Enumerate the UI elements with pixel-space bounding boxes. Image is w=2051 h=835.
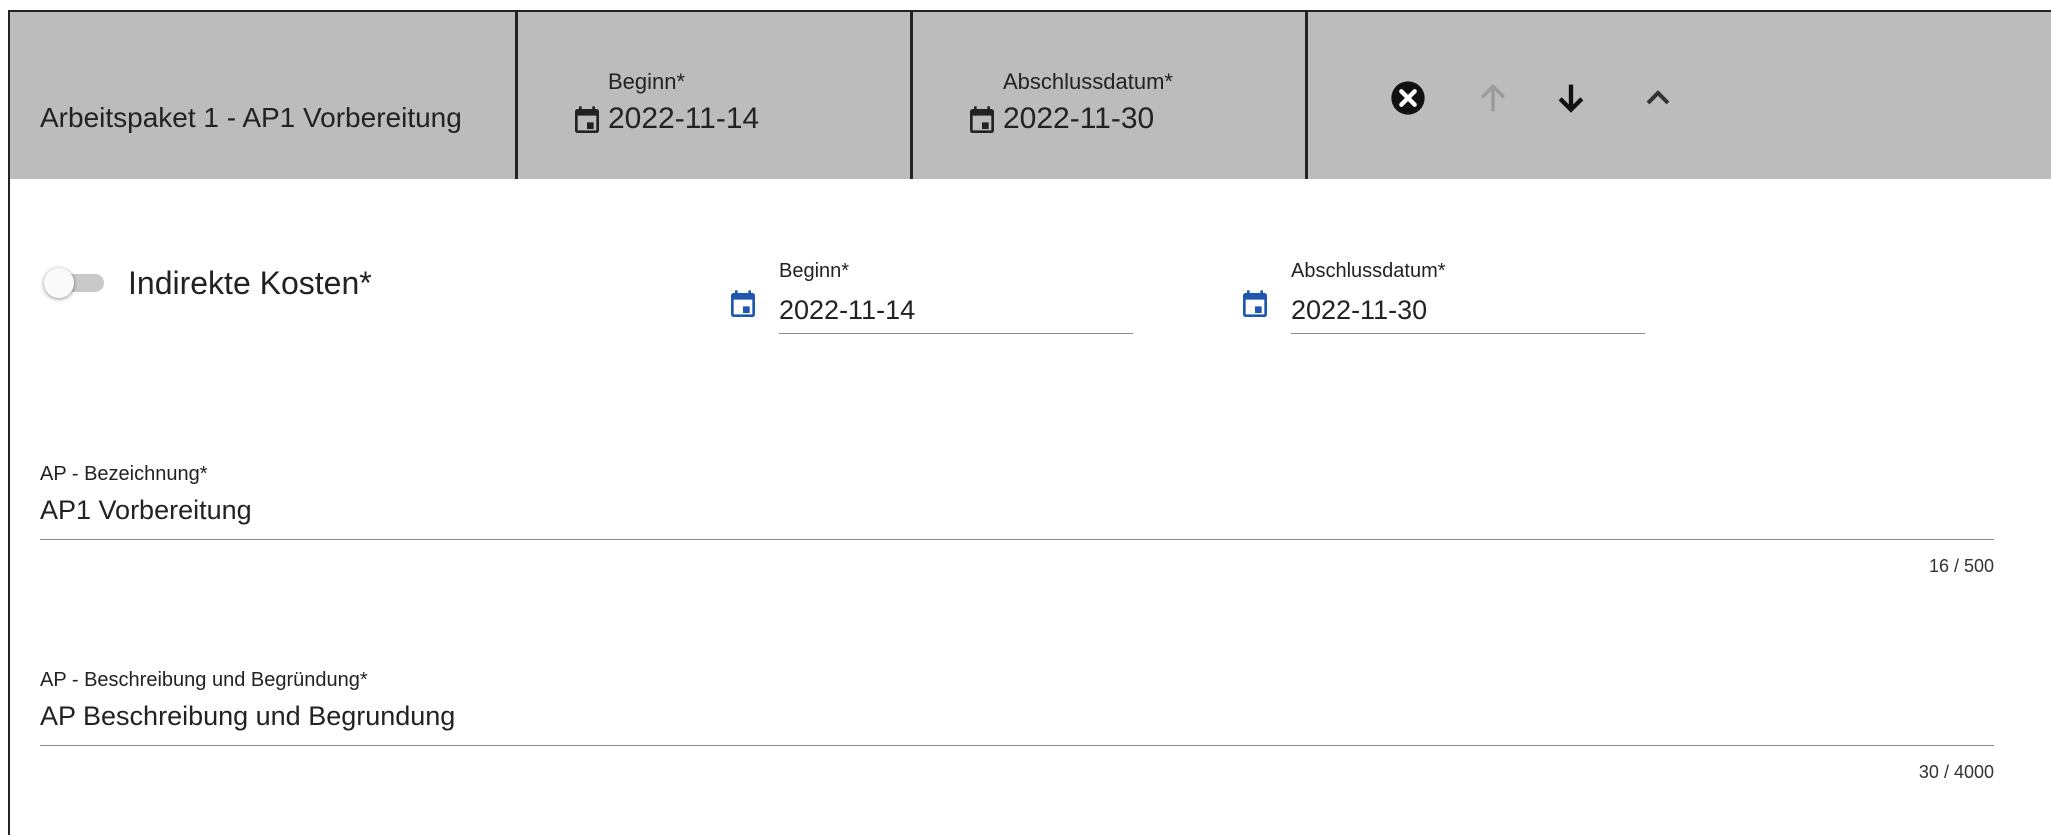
work-package-title: Arbeitspaket 1 - AP1 Vorbereitung xyxy=(40,102,462,133)
begin-date-underline xyxy=(779,333,1133,334)
header-begin-value: 2022-11-14 xyxy=(608,102,760,135)
ap-description-label: AP - Beschreibung und Begründung* xyxy=(40,669,368,691)
begin-date-input[interactable]: 2022-11-14 xyxy=(779,295,915,326)
ap-description-underline xyxy=(40,745,1994,746)
indirect-costs-label: Indirekte Kosten* xyxy=(128,265,372,301)
ap-description-char-counter: 30 / 4000 xyxy=(1918,762,1994,782)
work-package-header[interactable]: Arbeitspaket 1 - AP1 Vorbereitung Beginn… xyxy=(10,12,2051,179)
work-package-panel: Arbeitspaket 1 - AP1 Vorbereitung Beginn… xyxy=(8,10,2051,835)
calendar-icon xyxy=(571,104,603,138)
header-end-label: Abschlussdatum* xyxy=(1003,69,1173,94)
arrow-down-icon xyxy=(1558,84,1584,113)
ap-name-input[interactable]: AP1 Vorbereitung xyxy=(40,495,252,526)
begin-date-picker-icon[interactable] xyxy=(727,288,759,322)
arrow-up-icon xyxy=(1480,83,1506,112)
move-down-button[interactable] xyxy=(1551,78,1591,118)
header-begin-label: Beginn* xyxy=(608,69,686,94)
indirect-costs-toggle[interactable] xyxy=(40,260,110,304)
toggle-thumb xyxy=(44,268,74,298)
chevron-up-icon xyxy=(1646,90,1670,105)
header-title-cell: Arbeitspaket 1 - AP1 Vorbereitung xyxy=(10,12,515,179)
end-date-picker-icon[interactable] xyxy=(1239,288,1271,322)
header-end-cell: Abschlussdatum* 2022-11-30 xyxy=(910,12,1305,179)
header-controls-cell xyxy=(1305,12,2051,179)
end-date-input[interactable]: 2022-11-30 xyxy=(1291,295,1427,326)
close-circle-icon xyxy=(1391,81,1425,115)
ap-name-label: AP - Bezeichnung* xyxy=(40,463,208,485)
remove-button[interactable] xyxy=(1388,78,1428,118)
header-begin-cell: Beginn* 2022-11-14 xyxy=(515,12,910,179)
header-end-value: 2022-11-30 xyxy=(1003,102,1155,135)
ap-name-underline xyxy=(40,539,1994,540)
move-up-button[interactable] xyxy=(1473,78,1513,118)
ap-name-char-counter: 16 / 500 xyxy=(1928,556,1994,576)
calendar-icon xyxy=(966,104,998,138)
ap-description-input[interactable]: AP Beschreibung und Begrundung xyxy=(40,701,455,732)
collapse-button[interactable] xyxy=(1638,78,1678,118)
begin-date-label: Beginn* xyxy=(779,260,850,282)
end-date-underline xyxy=(1291,333,1645,334)
end-date-label: Abschlussdatum* xyxy=(1291,260,1446,282)
